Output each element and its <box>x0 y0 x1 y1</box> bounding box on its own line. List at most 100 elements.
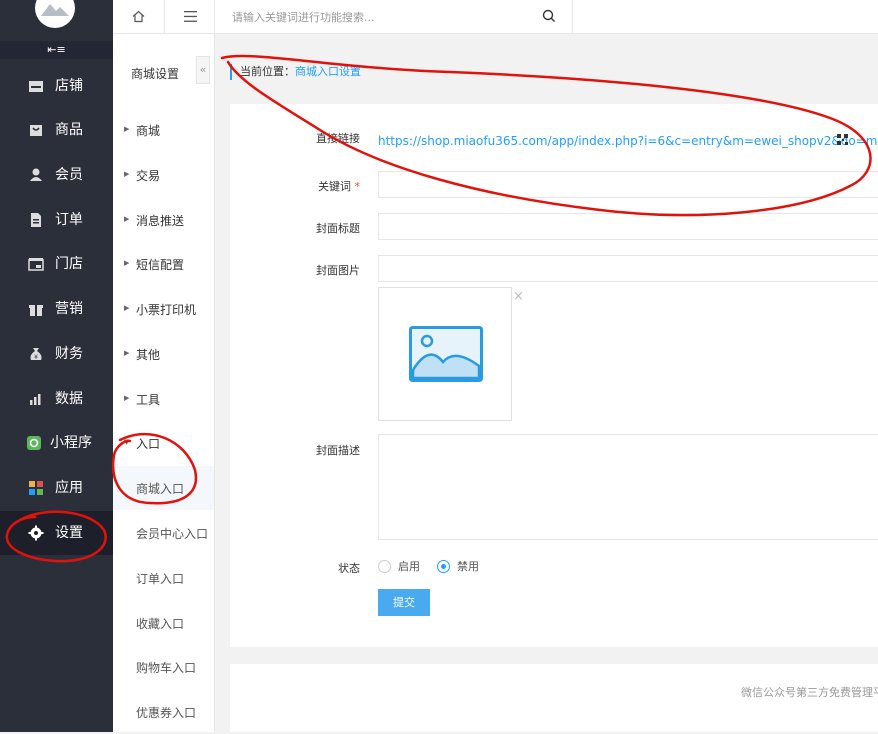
status-label: 状态 <box>338 562 360 575</box>
submenu-item-label: 交易 <box>136 169 161 183</box>
link-label: 直接链接 <box>316 132 360 145</box>
settings-submenu: 商城设置 « ▶ 商城 ▶ 交易 ▶ 消息推送 ▶ 短信配置 ▶ 小票打印机 ▶ 其他 ▶ 工… <box>113 0 215 732</box>
bar-chart-icon <box>30 394 41 405</box>
sidebar-item-finance[interactable]: ¥ 财务 <box>0 332 113 376</box>
sidebar-item-miniprogram[interactable]: 小程序 <box>0 421 113 465</box>
caret-right-icon: ▶ <box>124 304 130 312</box>
submenu-item-favorite-entry[interactable]: 收藏入口 <box>113 601 214 645</box>
sidebar-collapse-icon[interactable]: ⇤≡ <box>0 41 113 59</box>
divider <box>572 0 573 34</box>
submenu-item-tools[interactable]: ▶ 工具 <box>113 377 214 421</box>
store-icon <box>29 81 43 92</box>
submenu-item-cart-entry[interactable]: 购物车入口 <box>113 645 214 689</box>
breadcrumb-prefix: 当前位置： <box>240 65 295 78</box>
submenu-item-entry[interactable]: ▼ 入口 <box>113 421 214 465</box>
mountain-logo-icon <box>41 4 69 16</box>
submenu-item-order-entry[interactable]: 订单入口 <box>113 556 214 600</box>
caret-right-icon: ▶ <box>124 394 130 402</box>
footer: 微信公众号第三方免费管理平 <box>230 664 878 732</box>
sidebar-item-shop[interactable]: 门店 <box>0 242 113 286</box>
sidebar-item-label: 会员 <box>55 167 83 183</box>
sidebar-item-label: 小程序 <box>50 435 92 451</box>
submenu-item-label: 优惠券入口 <box>136 706 197 720</box>
sidebar-item-label: 营销 <box>55 301 83 317</box>
search-icon[interactable] <box>542 9 556 23</box>
remove-image-icon[interactable]: × <box>513 289 524 304</box>
breadcrumb-link[interactable]: 商城入口设置 <box>295 65 361 78</box>
miniprogram-icon <box>27 436 41 450</box>
caret-right-icon: ▶ <box>124 125 130 133</box>
cover-title-input[interactable] <box>378 213 878 240</box>
main-sidebar: ⇤≡ 店铺 商品 会员 订单 门店 营销 ¥ 财务 数据 小程序 应用 设置 <box>0 0 113 732</box>
sidebar-item-label: 商品 <box>55 122 83 138</box>
status-disable-radio[interactable] <box>437 560 450 573</box>
submenu-item-label: 工具 <box>136 393 161 407</box>
sidebar-item-marketing[interactable]: 营销 <box>0 287 113 331</box>
caret-right-icon: ▶ <box>124 215 130 223</box>
home-button[interactable] <box>113 0 165 34</box>
image-placeholder-icon <box>409 326 483 382</box>
keyword-input[interactable] <box>378 171 878 198</box>
submenu-item-mall-entry[interactable]: 商城入口 <box>113 466 214 510</box>
sidebar-item-label: 应用 <box>55 480 83 496</box>
caret-right-icon: ▶ <box>124 259 130 267</box>
sidebar-item-label: 订单 <box>55 212 83 228</box>
submenu-item-sms[interactable]: ▶ 短信配置 <box>113 242 214 286</box>
sidebar-item-label: 数据 <box>55 391 83 407</box>
caret-right-icon: ▶ <box>124 349 130 357</box>
money-bag-icon: ¥ <box>30 348 42 361</box>
footer-text: 微信公众号第三方免费管理平 <box>741 686 878 699</box>
status-disable-label[interactable]: 禁用 <box>457 560 479 573</box>
submenu-title: 商城设置 <box>131 67 180 81</box>
sidebar-item-store[interactable]: 店铺 <box>0 64 113 108</box>
gear-icon <box>28 525 44 541</box>
submenu-item-label: 订单入口 <box>136 572 185 586</box>
submenu-item-label: 收藏入口 <box>136 617 185 631</box>
qrcode-icon[interactable] <box>837 134 848 145</box>
submenu-item-member-entry[interactable]: 会员中心入口 <box>113 511 214 555</box>
cover-desc-textarea[interactable] <box>378 434 878 540</box>
svg-text:¥: ¥ <box>34 354 38 361</box>
home-icon <box>132 10 145 23</box>
sidebar-item-member[interactable]: 会员 <box>0 153 113 197</box>
goods-icon <box>30 125 42 136</box>
cover-image-input[interactable] <box>378 255 878 282</box>
top-bar: 请输入关键词进行功能搜索... <box>215 0 878 34</box>
required-mark: * <box>354 180 361 193</box>
logo[interactable] <box>35 0 75 28</box>
keyword-label: 关键词 * <box>230 178 360 194</box>
submenu-item-printer[interactable]: ▶ 小票打印机 <box>113 287 214 331</box>
entry-settings-form: 直接链接 https://shop.miaofu365.com/app/inde… <box>230 104 878 647</box>
status-enable-radio[interactable] <box>378 560 391 573</box>
shop-icon <box>28 258 44 271</box>
order-icon <box>31 213 41 227</box>
submenu-item-label: 短信配置 <box>136 258 185 272</box>
collapse-submenu-icon[interactable]: « <box>196 56 210 84</box>
sidebar-item-settings[interactable]: 设置 <box>0 511 113 555</box>
direct-link[interactable]: https://shop.miaofu365.com/app/index.php… <box>378 134 878 148</box>
cover-image-preview[interactable] <box>378 287 512 421</box>
submenu-item-trade[interactable]: ▶ 交易 <box>113 153 214 197</box>
submenu-item-other[interactable]: ▶ 其他 <box>113 332 214 376</box>
submenu-item-push[interactable]: ▶ 消息推送 <box>113 198 214 242</box>
submenu-item-mall[interactable]: ▶ 商城 <box>113 108 214 152</box>
submenu-item-label: 其他 <box>136 348 161 362</box>
sidebar-item-label: 财务 <box>55 346 83 362</box>
sidebar-item-apps[interactable]: 应用 <box>0 466 113 510</box>
caret-down-icon: ▼ <box>124 438 130 446</box>
hamburger-icon <box>184 11 197 22</box>
submenu-item-label: 消息推送 <box>136 214 185 228</box>
apps-icon <box>29 481 43 495</box>
sidebar-item-order[interactable]: 订单 <box>0 198 113 242</box>
caret-right-icon: ▶ <box>124 170 130 178</box>
sidebar-item-goods[interactable]: 商品 <box>0 108 113 152</box>
submit-button[interactable]: 提交 <box>378 589 430 616</box>
cover-image-label: 封面图片 <box>316 264 360 277</box>
sidebar-item-label: 店铺 <box>55 78 83 94</box>
sidebar-item-data[interactable]: 数据 <box>0 377 113 421</box>
submenu-item-coupon-entry[interactable]: 优惠券入口 <box>113 690 214 734</box>
sidebar-item-label: 门店 <box>55 256 83 272</box>
status-enable-label[interactable]: 启用 <box>398 560 420 573</box>
menu-toggle-button[interactable] <box>165 0 215 34</box>
search-input[interactable]: 请输入关键词进行功能搜索... <box>232 9 375 25</box>
